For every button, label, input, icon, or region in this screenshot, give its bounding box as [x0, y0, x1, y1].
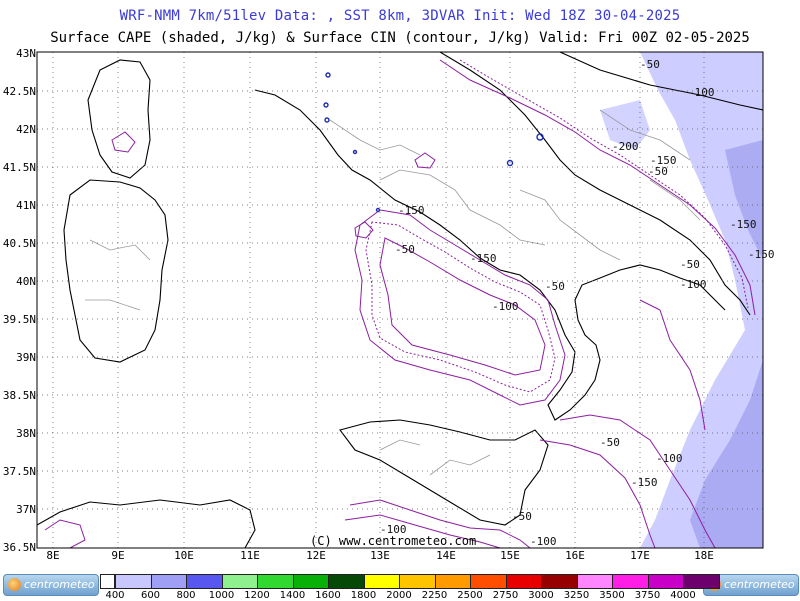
lat-label: 41.5N — [2, 161, 36, 174]
sun-icon — [8, 578, 21, 591]
copyright-text: (C) www.centrometeo.com — [310, 534, 477, 548]
colorbar-cell — [470, 574, 507, 589]
colorbar-label: 2750 — [492, 590, 519, 601]
cin-contour-label: -100 — [530, 535, 557, 548]
cin-contour-label: -50 — [640, 58, 660, 71]
lon-label: 13E — [370, 549, 390, 562]
colorbar-cell — [363, 574, 400, 589]
logo-text: centrometeo — [24, 578, 95, 591]
colorbar-label: 3000 — [528, 590, 554, 601]
lon-label: 8E — [46, 549, 60, 562]
colorbar-label: 2250 — [421, 590, 448, 601]
lon-label: 15E — [500, 549, 520, 562]
weather-map: -50 -100 -200 -150 -50 -150 -50 -150 -100 -150 -50… — [36, 51, 775, 549]
cin-contour-label: -150 — [398, 204, 425, 217]
lat-label: 39.5N — [2, 313, 36, 326]
colorbar-label: 1200 — [244, 590, 270, 601]
lon-label: 10E — [174, 549, 194, 562]
lat-label: 40.5N — [2, 237, 36, 250]
colorbar-cell — [292, 574, 329, 589]
lon-label: 12E — [306, 549, 326, 562]
cin-contour-label: -50 — [680, 258, 700, 271]
cin-contour-label: -200 — [612, 140, 639, 153]
lon-label: 16E — [565, 549, 585, 562]
lat-label: 39N — [16, 351, 36, 364]
colorbar-label: 2000 — [386, 590, 412, 601]
lat-label: 43N — [16, 47, 36, 60]
lat-label: 36.5N — [2, 541, 36, 554]
cin-contour-label: -150 — [470, 252, 497, 265]
logo-text: centrometeo — [724, 578, 795, 591]
colorbar-cell — [399, 574, 436, 589]
lat-label: 41N — [16, 199, 36, 212]
colorbar-label: 800 — [176, 590, 196, 601]
map-plot-area — [37, 52, 763, 548]
colorbar-cell — [612, 574, 649, 589]
lat-label: 38.5N — [2, 389, 36, 402]
colorbar-label: 1600 — [315, 590, 341, 601]
lon-label: 14E — [436, 549, 456, 562]
colorbar-cell — [505, 574, 542, 589]
colorbar-cell — [683, 574, 720, 589]
colorbar-label: 4000 — [670, 590, 696, 601]
colorbar-cell — [150, 574, 187, 589]
colorbar-cell — [647, 574, 684, 589]
cin-contour-label: -150 — [730, 218, 757, 231]
cin-contour-label: -50 — [545, 280, 565, 293]
lat-label: 37N — [16, 503, 36, 516]
colorbar-label: 1400 — [279, 590, 306, 601]
lat-label: 42N — [16, 123, 36, 136]
colorbar-label: 600 — [140, 590, 161, 601]
cin-contour-label: -100 — [656, 452, 683, 465]
colorbar-label: 3500 — [599, 590, 625, 601]
colorbar-cell — [541, 574, 578, 589]
lon-label: 11E — [240, 549, 260, 562]
colorbar-label: 3250 — [563, 590, 590, 601]
cin-contour-label: -150 — [631, 476, 658, 489]
cin-contour-label: -100 — [688, 86, 715, 99]
cin-contour-label: -150 — [748, 248, 775, 261]
cin-contour-label: -100 — [492, 300, 519, 313]
colorbar-label: 1000 — [208, 590, 235, 601]
colorbar-start-cell — [100, 574, 115, 589]
lat-label: 40N — [16, 275, 36, 288]
colorbar-label: 400 — [105, 590, 125, 601]
lon-label: 18E — [694, 549, 714, 562]
colorbar-cell — [328, 574, 365, 589]
cin-contour-label: -100 — [680, 278, 707, 291]
lat-label: 38N — [16, 427, 36, 440]
colorbar-cell — [257, 574, 294, 589]
cin-contour-label: -50 — [512, 510, 532, 523]
centrometeo-logo-left[interactable]: centrometeo — [3, 574, 99, 596]
colorbar-cell — [434, 574, 471, 589]
cin-contour-label: -50 — [395, 243, 415, 256]
colorbar-cell — [186, 574, 223, 589]
colorbar-cell — [221, 574, 258, 589]
lat-label: 37.5N — [2, 465, 36, 478]
cin-contour-label: -50 — [648, 165, 668, 178]
colorbar-label: 2500 — [457, 590, 483, 601]
colorbar-cell — [115, 574, 152, 589]
colorbar-label: 3750 — [634, 590, 661, 601]
cin-contour-label: -50 — [600, 436, 620, 449]
lon-label: 9E — [111, 549, 125, 562]
colorbar-label: 1800 — [350, 590, 377, 601]
lat-label: 42.5N — [2, 85, 36, 98]
colorbar-cell — [576, 574, 613, 589]
lon-label: 17E — [630, 549, 650, 562]
